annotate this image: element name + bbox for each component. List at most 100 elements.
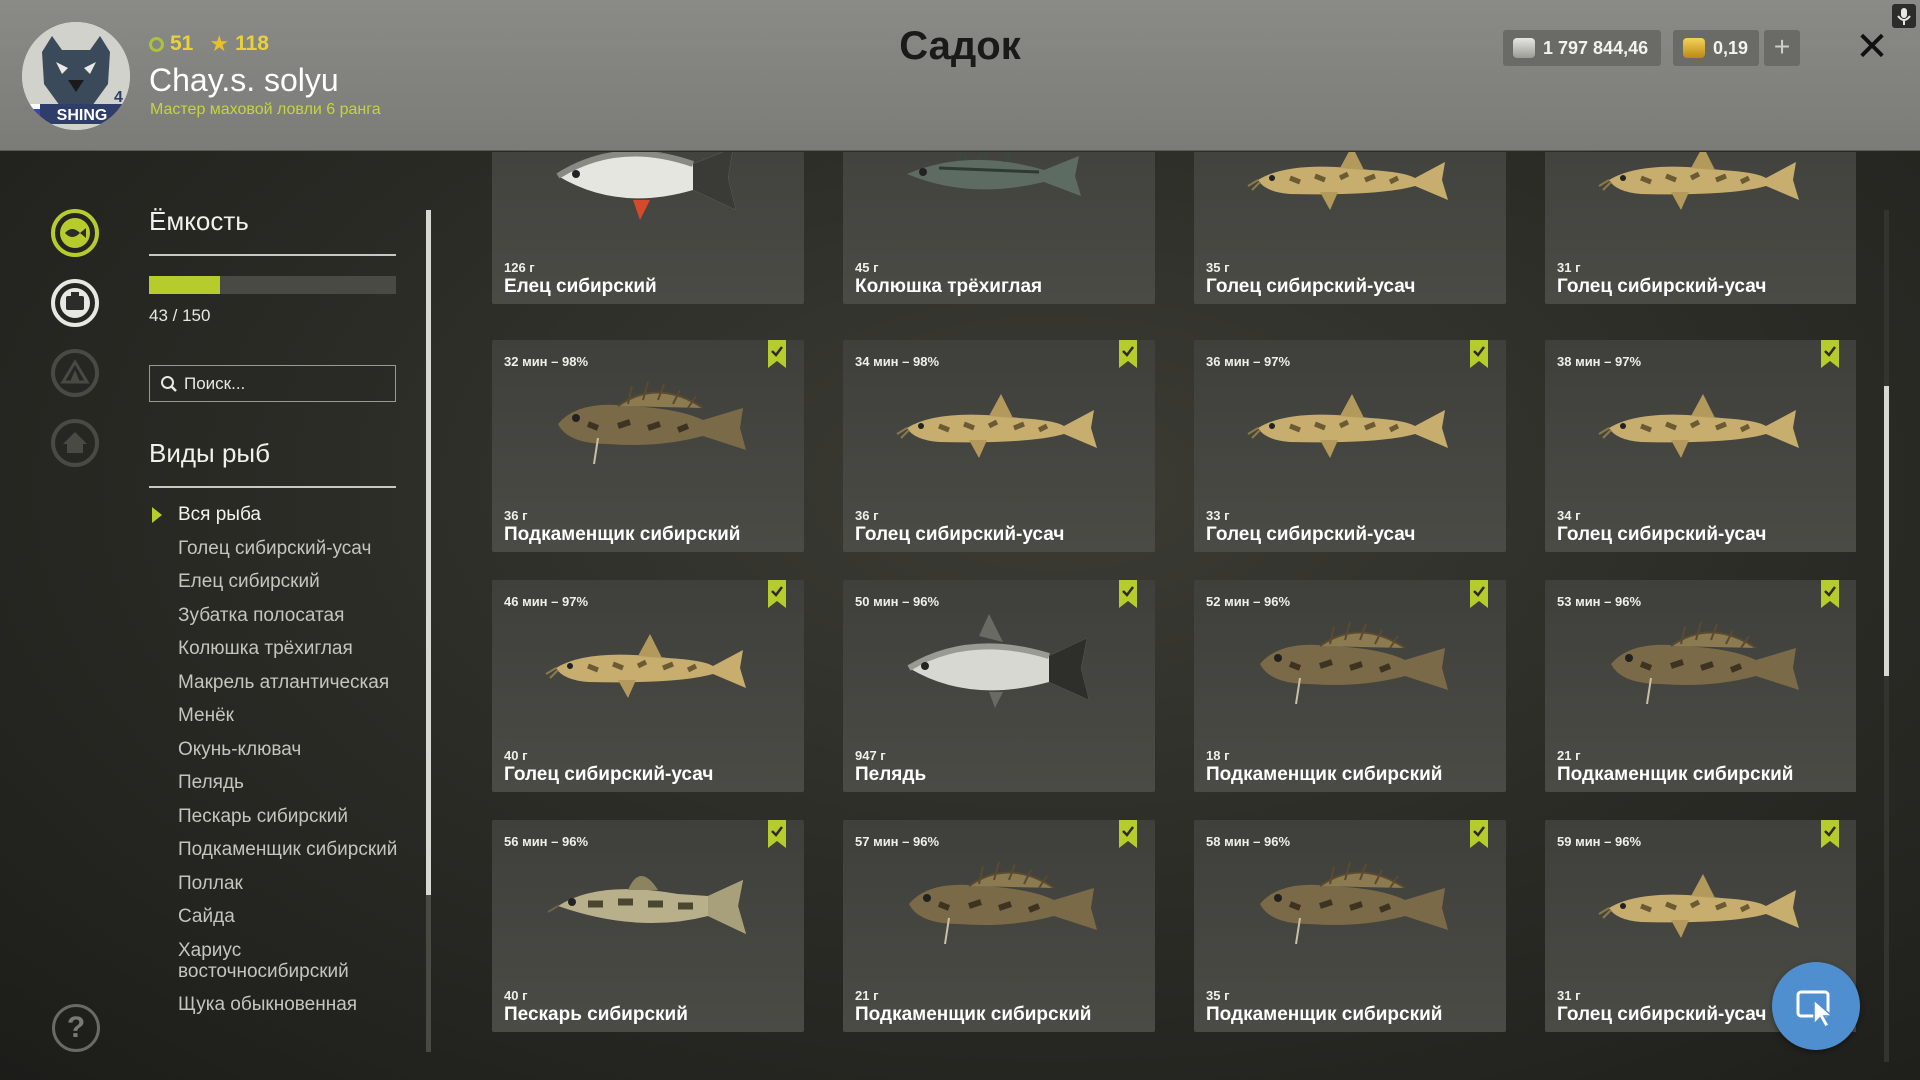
fish-card[interactable]: 32 мин – 98% 36 г Подкаменщик сибирский bbox=[492, 340, 804, 552]
fish-card[interactable]: 50 мин – 96% 947 г Пелядь bbox=[843, 580, 1155, 792]
species-item[interactable]: Щука обыкновенная bbox=[149, 994, 409, 1015]
species-item[interactable]: Зубатка полосатая bbox=[149, 605, 409, 626]
grid-scrollbar[interactable] bbox=[1884, 210, 1889, 1062]
species-item-label: Сайда bbox=[178, 906, 235, 927]
bookmark-check-icon[interactable] bbox=[1821, 580, 1839, 608]
fish-image bbox=[1581, 844, 1821, 964]
species-item[interactable]: Сайда bbox=[149, 906, 409, 927]
bookmark-check-icon[interactable] bbox=[1470, 820, 1488, 848]
add-gold-button[interactable]: + bbox=[1764, 30, 1800, 66]
fish-card[interactable]: 31 г Голец сибирский-усач bbox=[1545, 152, 1856, 304]
species-item[interactable]: Менёк bbox=[149, 705, 409, 726]
species-item[interactable]: Елец сибирский bbox=[149, 571, 409, 592]
fish-weight: 31 г bbox=[1557, 988, 1581, 1003]
fish-image bbox=[879, 364, 1119, 484]
fish-image bbox=[1230, 604, 1470, 724]
home-icon bbox=[51, 419, 99, 467]
fish-weight: 18 г bbox=[1206, 748, 1230, 763]
home-tab-button[interactable] bbox=[50, 418, 100, 468]
divider bbox=[149, 254, 396, 256]
grid-scrollbar-thumb[interactable] bbox=[1884, 386, 1889, 676]
species-item-label: Елец сибирский bbox=[178, 571, 320, 592]
species-item[interactable]: Пескарь сибирский bbox=[149, 806, 409, 827]
fish-name: Голец сибирский-усач bbox=[1557, 524, 1767, 545]
fish-card[interactable]: 57 мин – 96% 21 г Подкаменщик сибирский bbox=[843, 820, 1155, 1032]
keepnet-tab-button[interactable] bbox=[50, 208, 100, 258]
bookmark-check-icon[interactable] bbox=[1470, 340, 1488, 368]
bookmark-check-icon[interactable] bbox=[1821, 820, 1839, 848]
species-item[interactable]: Поллак bbox=[149, 873, 409, 894]
species-scrollbar-thumb[interactable] bbox=[426, 210, 431, 895]
gold-balance: 0,19 bbox=[1673, 30, 1759, 66]
tent-tab-button[interactable] bbox=[50, 348, 100, 398]
fish-name: Голец сибирский-усач bbox=[1557, 276, 1767, 297]
help-button[interactable]: ? bbox=[52, 1004, 100, 1052]
species-item[interactable]: Макрель атлантическая bbox=[149, 672, 409, 693]
silver-value: 1 797 844,46 bbox=[1543, 37, 1649, 58]
close-button[interactable]: ✕ bbox=[1852, 24, 1892, 70]
bookmark-check-icon[interactable] bbox=[1119, 340, 1137, 368]
fish-image bbox=[528, 844, 768, 964]
level-ring-icon bbox=[149, 36, 164, 52]
species-item[interactable]: Голец сибирский-усач bbox=[149, 538, 409, 559]
cursor-mode-button[interactable] bbox=[1772, 962, 1860, 1050]
species-item-label: Макрель атлантическая bbox=[178, 671, 390, 693]
search-input[interactable] bbox=[184, 373, 384, 394]
fish-name: Подкаменщик сибирский bbox=[1206, 764, 1443, 785]
fish-name: Подкаменщик сибирский bbox=[855, 1004, 1092, 1025]
species-item-label: Пескарь сибирский bbox=[178, 805, 348, 827]
bookmark-check-icon[interactable] bbox=[1821, 340, 1839, 368]
species-item[interactable]: Окунь-клювач bbox=[149, 739, 409, 760]
species-item-label: Хариус восточносибирский bbox=[178, 939, 349, 982]
search-box[interactable] bbox=[149, 365, 396, 402]
species-item[interactable]: Вся рыба bbox=[149, 504, 409, 525]
bookmark-check-icon[interactable] bbox=[768, 820, 786, 848]
fish-card[interactable]: 36 мин – 97% 33 г Голец сибирский-усач bbox=[1194, 340, 1506, 552]
fish-card[interactable]: 56 мин – 96% 40 г Пескарь сибирский bbox=[492, 820, 804, 1032]
fish-weight: 34 г bbox=[1557, 508, 1581, 523]
fish-card[interactable]: 52 мин – 96% 18 г Подкаменщик сибирский bbox=[1194, 580, 1506, 792]
tent-icon bbox=[51, 349, 99, 397]
fish-weight: 45 г bbox=[855, 260, 879, 275]
cooler-tab-button[interactable] bbox=[50, 278, 100, 328]
fish-card[interactable]: 34 мин – 98% 36 г Голец сибирский-усач bbox=[843, 340, 1155, 552]
fish-card[interactable]: 38 мин – 97% 34 г Голец сибирский-усач bbox=[1545, 340, 1856, 552]
top-bar: SHING 4 51 ★ 118 Chay.s. solyu Мастер мах… bbox=[0, 0, 1920, 151]
fish-card[interactable]: 35 г Голец сибирский-усач bbox=[1194, 152, 1506, 304]
bookmark-check-icon[interactable] bbox=[1470, 580, 1488, 608]
fish-card[interactable]: 126 г Елец сибирский bbox=[492, 152, 804, 304]
fish-card[interactable]: 58 мин – 96% 35 г Подкаменщик сибирский bbox=[1194, 820, 1506, 1032]
species-list: Вся рыба Голец сибирский-усач Елец сибирск… bbox=[149, 504, 409, 1028]
fish-name: Голец сибирский-усач bbox=[1557, 1004, 1767, 1025]
species-item[interactable]: Подкаменщик сибирский bbox=[149, 839, 409, 860]
species-item-label: Вся рыба bbox=[178, 504, 261, 525]
bookmark-check-icon[interactable] bbox=[1119, 580, 1137, 608]
fish-weight: 40 г bbox=[504, 988, 528, 1003]
cursor-icon bbox=[1796, 990, 1834, 1028]
species-item[interactable]: Пелядь bbox=[149, 772, 409, 793]
species-scrollbar[interactable] bbox=[426, 210, 431, 1052]
species-item-label: Подкаменщик сибирский bbox=[178, 839, 398, 860]
fish-card[interactable]: 46 мин – 97% 40 г Голец сибирский-усач bbox=[492, 580, 804, 792]
bookmark-check-icon[interactable] bbox=[1119, 820, 1137, 848]
level-value: 51 bbox=[170, 32, 194, 55]
mic-icon[interactable] bbox=[1892, 4, 1916, 28]
species-item[interactable]: Хариус восточносибирский bbox=[149, 940, 409, 982]
fish-card[interactable]: 45 г Колюшка трёхиглая bbox=[843, 152, 1155, 304]
fish-name: Голец сибирский-усач bbox=[1206, 524, 1416, 545]
player-stats: 51 ★ 118 bbox=[149, 32, 269, 56]
bookmark-check-icon[interactable] bbox=[768, 580, 786, 608]
selected-arrow-icon bbox=[152, 507, 162, 523]
species-item[interactable]: Колюшка трёхиглая bbox=[149, 638, 409, 659]
fish-image bbox=[528, 604, 768, 724]
bookmark-check-icon[interactable] bbox=[768, 340, 786, 368]
fish-name: Елец сибирский bbox=[504, 276, 657, 297]
fish-card[interactable]: 53 мин – 96% 21 г Подкаменщик сибирский bbox=[1545, 580, 1856, 792]
fish-image bbox=[1230, 364, 1470, 484]
fish-weight: 36 г bbox=[855, 508, 879, 523]
fish-image bbox=[528, 152, 768, 236]
game-logo-avatar[interactable]: SHING 4 bbox=[22, 22, 130, 130]
fish-weight: 33 г bbox=[1206, 508, 1230, 523]
species-item-label: Окунь-клювач bbox=[178, 738, 302, 760]
fish-name: Колюшка трёхиглая bbox=[855, 276, 1043, 297]
